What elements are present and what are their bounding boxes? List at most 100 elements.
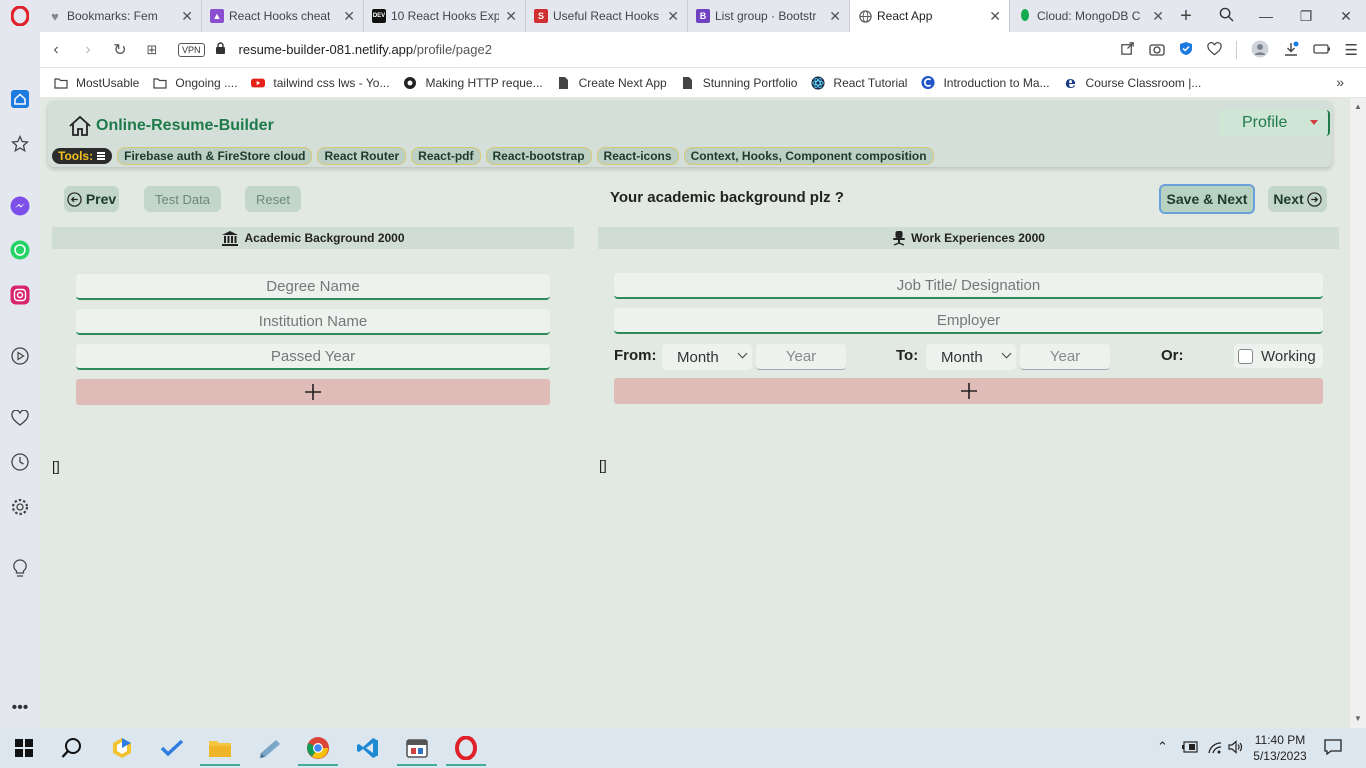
brand-link[interactable]: Online-Resume-Builder (68, 115, 274, 137)
bookmark-course-classroom[interactable]: e Course Classroom |... (1064, 73, 1201, 93)
messenger-icon[interactable] (10, 196, 30, 216)
minimize-button[interactable]: — (1246, 8, 1286, 24)
whatsapp-icon[interactable] (10, 240, 30, 260)
todo-check-icon[interactable] (158, 734, 186, 762)
heart-icon[interactable] (10, 408, 30, 428)
bookmark-react-tutorial[interactable]: React Tutorial (811, 76, 907, 90)
tab-useful-react-hooks[interactable]: S Useful React Hooks ✕ (526, 0, 688, 32)
working-checkbox[interactable] (1238, 348, 1253, 364)
caret-down-icon (1310, 120, 1318, 125)
new-tab-button[interactable]: + (1172, 5, 1200, 28)
vscode-icon[interactable] (354, 734, 382, 762)
close-tab-icon[interactable]: ✕ (1152, 8, 1164, 25)
settings-gear-icon[interactable] (10, 497, 30, 517)
bookmark-introduction[interactable]: Introduction to Ma... (921, 76, 1050, 90)
notification-icon[interactable] (1324, 739, 1342, 758)
bookmark-stunning-portfolio[interactable]: Stunning Portfolio (681, 76, 797, 90)
add-academic-button[interactable] (76, 379, 550, 405)
app-cube-icon[interactable] (108, 734, 136, 762)
camera-icon[interactable] (1148, 42, 1165, 59)
more-bookmarks-icon[interactable]: » (1336, 74, 1344, 90)
search-tabs-icon[interactable] (1206, 7, 1246, 25)
plus-icon (960, 383, 977, 399)
download-icon[interactable] (1283, 41, 1299, 60)
player-icon[interactable] (10, 346, 30, 366)
test-data-button[interactable]: Test Data (144, 186, 221, 212)
opera-taskbar-icon[interactable] (446, 734, 486, 766)
scroll-up-icon[interactable]: ▲ (1354, 102, 1362, 111)
easy-setup-icon[interactable]: ☰ (1345, 41, 1358, 59)
tab-list-group-bootstrap[interactable]: B List group · Bootstr ✕ (688, 0, 850, 32)
from-month-select[interactable]: Month (662, 344, 752, 370)
academic-list-output: [] (52, 458, 60, 474)
close-tab-icon[interactable]: ✕ (989, 8, 1001, 25)
bookmark-mostusable[interactable]: MostUsable (54, 76, 139, 90)
to-month-select[interactable]: Month (926, 344, 1016, 370)
to-year-input[interactable]: Year (1020, 344, 1110, 370)
close-tab-icon[interactable]: ✕ (505, 8, 517, 25)
prev-button[interactable]: Prev (64, 186, 119, 212)
close-tab-icon[interactable]: ✕ (829, 8, 841, 25)
battery-icon[interactable] (1181, 741, 1199, 756)
search-icon[interactable] (58, 734, 86, 762)
job-title-input[interactable]: Job Title/ Designation (614, 273, 1323, 299)
bookmark-tailwind[interactable]: tailwind css lws - Yo... (251, 76, 389, 90)
tab-10-react-hooks[interactable]: DEV 10 React Hooks Exp ✕ (364, 0, 526, 32)
app-window-icon[interactable] (397, 734, 437, 766)
home-icon[interactable] (10, 89, 30, 109)
shield-icon[interactable] (1179, 41, 1193, 59)
close-window-button[interactable]: ✕ (1326, 8, 1366, 25)
restore-button[interactable]: ❐ (1286, 8, 1326, 25)
working-checkbox-group[interactable]: Working (1234, 344, 1323, 368)
volume-icon[interactable] (1228, 740, 1244, 757)
notes-app-icon[interactable] (256, 734, 284, 762)
heart-icon[interactable] (1206, 41, 1222, 59)
tab-react-hooks-cheat[interactable]: ▲ React Hooks cheat ✕ (202, 0, 364, 32)
instagram-icon[interactable] (10, 285, 30, 305)
reload-icon[interactable]: ↻ (104, 40, 136, 60)
history-icon[interactable] (10, 452, 30, 472)
house-icon (69, 115, 91, 136)
reset-button[interactable]: Reset (245, 186, 301, 212)
bookmark-ongoing[interactable]: Ongoing .... (153, 76, 237, 90)
file-explorer-icon[interactable] (200, 734, 240, 766)
degree-name-input[interactable]: Degree Name (76, 274, 550, 300)
next-button[interactable]: Next (1268, 186, 1327, 212)
close-tab-icon[interactable]: ✕ (181, 8, 193, 25)
forward-icon[interactable]: › (72, 41, 104, 59)
academic-heading: Academic Background 2000 (244, 231, 405, 245)
from-year-input[interactable]: Year (756, 344, 846, 370)
tab-mongodb[interactable]: Cloud: MongoDB C ✕ (1010, 0, 1172, 32)
star-icon[interactable] (10, 134, 30, 154)
tab-react-app[interactable]: React App ✕ (850, 0, 1010, 32)
lightbulb-icon[interactable] (10, 559, 30, 579)
wifi-icon[interactable] (1207, 740, 1223, 757)
vpn-badge[interactable]: VPN (178, 42, 205, 57)
back-icon[interactable]: ‹ (40, 41, 72, 59)
tab-bookmarks[interactable]: ♥ Bookmarks: Fem ✕ (40, 0, 202, 32)
close-tab-icon[interactable]: ✕ (343, 8, 355, 25)
page-scrollbar[interactable]: ▲ ▼ (1350, 98, 1366, 728)
bookmark-create-next-app[interactable]: Create Next App (557, 76, 667, 90)
add-work-button[interactable] (614, 378, 1323, 404)
bookmark-http-requests[interactable]: Making HTTP reque... (403, 76, 543, 90)
tray-chevron-up-icon[interactable]: ⌃ (1157, 739, 1168, 755)
share-icon[interactable] (1120, 41, 1135, 59)
opera-logo-icon[interactable] (0, 0, 40, 32)
system-clock[interactable]: 11:40 PM 5/13/2023 (1248, 732, 1312, 764)
close-tab-icon[interactable]: ✕ (667, 8, 679, 25)
profile-dropdown[interactable]: Profile (1218, 110, 1330, 136)
tab-grid-icon[interactable]: ⊞ (136, 42, 168, 58)
passed-year-input[interactable]: Passed Year (76, 344, 550, 370)
chrome-icon[interactable] (298, 734, 338, 766)
institution-name-input[interactable]: Institution Name (76, 309, 550, 335)
more-options-icon[interactable]: ••• (10, 698, 30, 718)
employer-input[interactable]: Employer (614, 308, 1323, 334)
battery-saver-icon[interactable] (1312, 43, 1331, 58)
save-and-next-button[interactable]: Save & Next (1159, 184, 1255, 214)
lock-icon[interactable] (215, 41, 227, 58)
url-field[interactable]: resume-builder-081.netlify.app/profile/p… (239, 42, 492, 57)
scroll-down-icon[interactable]: ▼ (1354, 714, 1362, 723)
windows-start-icon[interactable] (10, 734, 38, 762)
account-icon[interactable] (1251, 40, 1269, 61)
